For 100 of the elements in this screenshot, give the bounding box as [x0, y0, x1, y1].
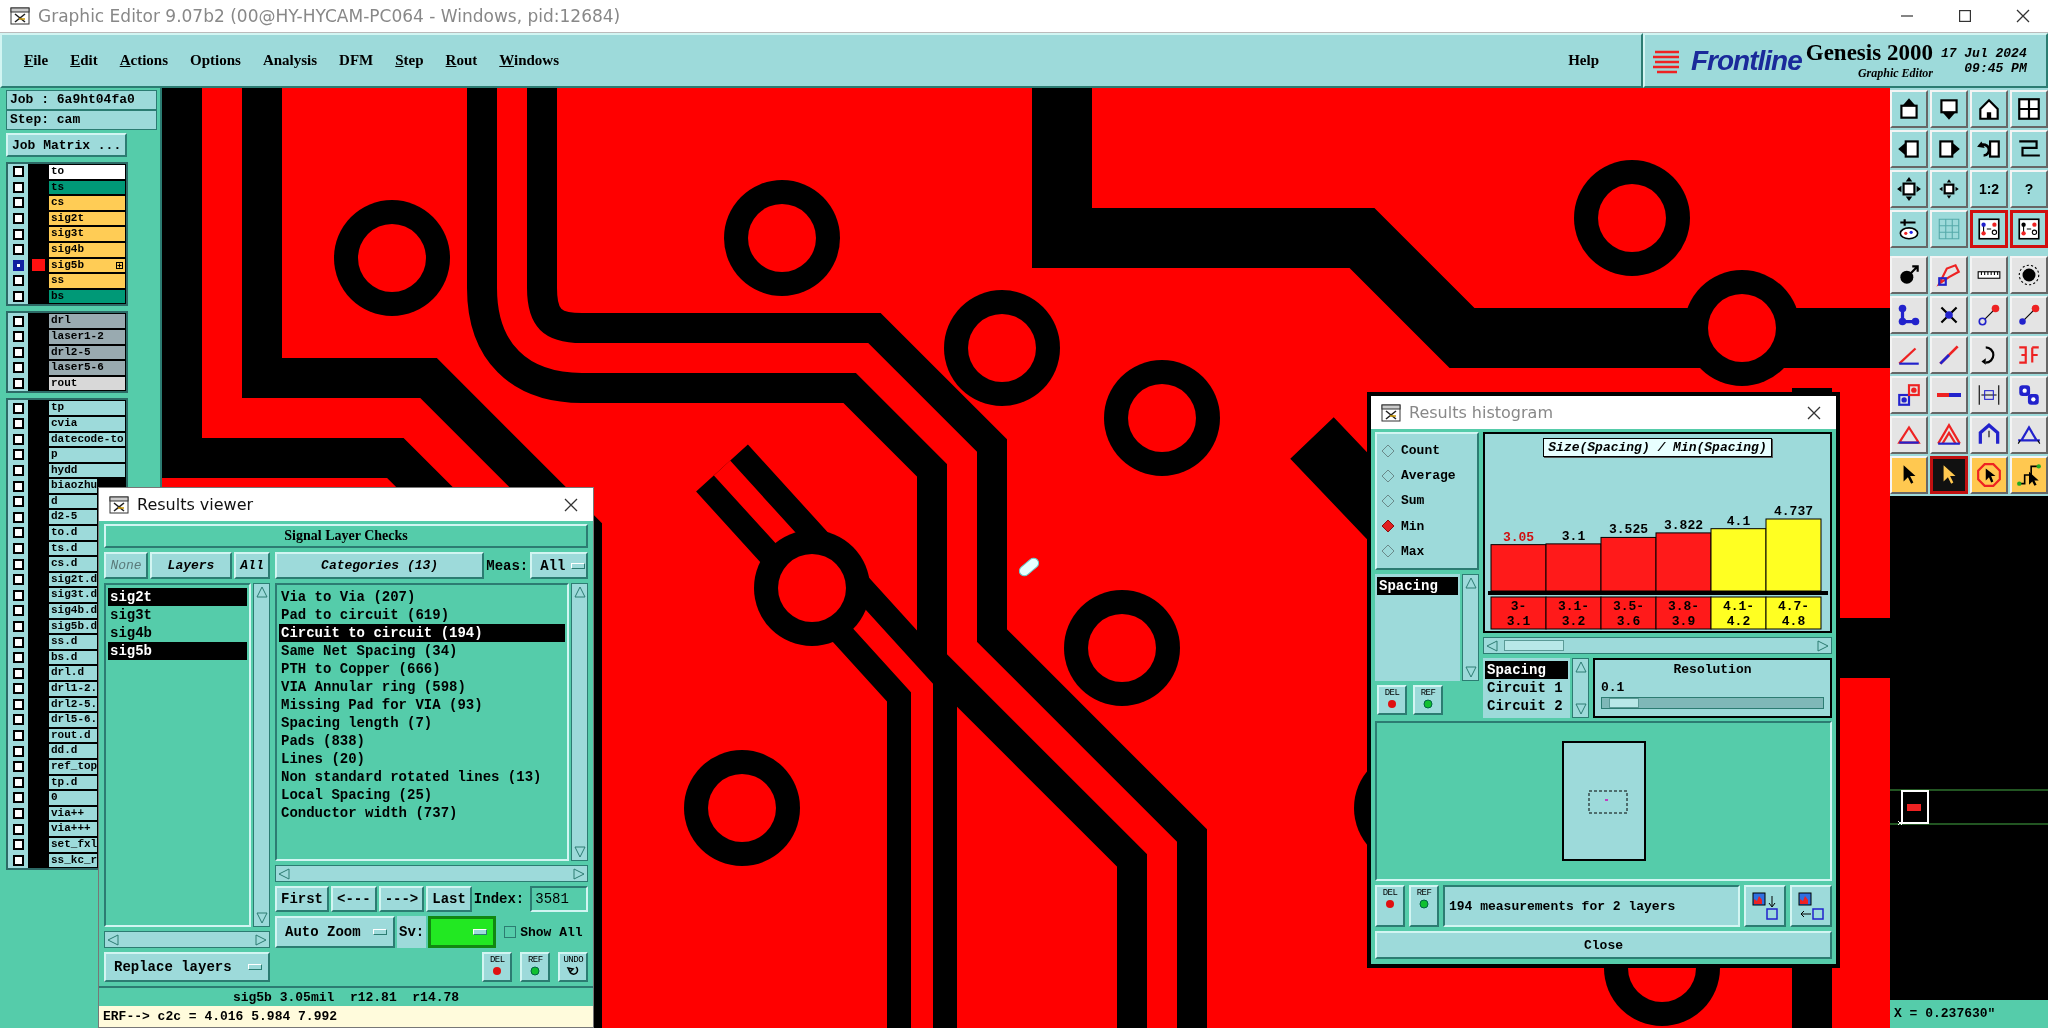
radio-option[interactable]: Count	[1379, 443, 1475, 459]
layer-checkbox[interactable]	[12, 792, 24, 804]
layer-name[interactable]: drl	[48, 313, 126, 329]
delete-button[interactable]: DEL	[482, 952, 513, 982]
nav-button[interactable]: <---	[331, 886, 377, 912]
category-list-item[interactable]: Pads (838)	[279, 732, 566, 750]
layer-checkbox[interactable]	[12, 683, 24, 695]
menu-item[interactable]: File	[24, 52, 49, 69]
layer-checkbox[interactable]	[12, 228, 24, 240]
layer-checkbox[interactable]	[12, 362, 24, 374]
layer-checkbox[interactable]	[12, 213, 24, 225]
vertical-scrollbar[interactable]	[571, 583, 589, 861]
layer-name[interactable]: ss	[48, 273, 126, 289]
layer-checkbox[interactable]	[12, 527, 24, 539]
layer-list-item[interactable]: sig5b	[108, 642, 247, 660]
layer-checkbox[interactable]	[12, 605, 24, 617]
layer-name[interactable]: drl1-2.	[48, 681, 98, 697]
category-list-item[interactable]: Missing Pad for VIA (93)	[279, 696, 566, 714]
checks-header-button[interactable]: Signal Layer Checks	[104, 524, 588, 548]
layer-checkbox[interactable]	[12, 166, 24, 178]
category-list-item[interactable]: Same Net Spacing (34)	[279, 642, 566, 660]
layer-checkbox[interactable]	[12, 589, 24, 601]
toolbar-button[interactable]: ?	[2010, 170, 2048, 208]
undo-button[interactable]: UNDO	[558, 952, 589, 982]
layer-name[interactable]: via+++	[48, 821, 98, 837]
layer-checkbox[interactable]	[12, 197, 24, 209]
layer-list-item[interactable]: sig4b	[108, 624, 247, 642]
layer-checkbox[interactable]	[12, 730, 24, 742]
layer-checkbox[interactable]	[12, 315, 24, 327]
layer-name[interactable]: drl5-6.	[48, 712, 98, 728]
toolbar-button[interactable]	[1970, 210, 2008, 248]
layer-checkbox[interactable]	[12, 839, 24, 851]
category-list-item[interactable]: Via to Via (207)	[279, 588, 566, 606]
delete-button[interactable]: DEL	[1375, 885, 1405, 927]
category-list-item[interactable]: Lines (20)	[279, 750, 566, 768]
layer-name[interactable]: laser5-6	[48, 360, 126, 376]
layer-checkbox[interactable]	[12, 652, 24, 664]
layer-checkbox[interactable]	[12, 378, 24, 389]
toolbar-button[interactable]	[1930, 456, 1968, 494]
delete-button[interactable]: DEL	[1377, 685, 1407, 715]
meas-dropdown[interactable]: All	[530, 552, 589, 579]
layer-checkbox[interactable]	[12, 542, 24, 554]
layer-checkbox[interactable]	[12, 745, 24, 757]
layer-checkbox[interactable]	[12, 331, 24, 343]
chart-view-button[interactable]	[1744, 885, 1786, 927]
layer-checkbox[interactable]	[12, 275, 24, 287]
radio-option[interactable]: Min	[1379, 518, 1475, 534]
layer-list-item[interactable]: sig2t	[108, 588, 247, 606]
vertical-scrollbar[interactable]	[1462, 574, 1479, 681]
field-list-item[interactable]: Circuit 1	[1485, 679, 1568, 697]
refresh-button[interactable]: REF	[1409, 885, 1439, 927]
field-list-item[interactable]: Spacing	[1485, 661, 1568, 679]
nav-button[interactable]: First	[275, 886, 329, 912]
categories-button[interactable]: Categories (13)	[275, 552, 485, 579]
layer-checkbox[interactable]	[12, 244, 24, 256]
layer-name[interactable]: p	[48, 447, 126, 463]
radio-option[interactable]: Average	[1379, 468, 1475, 484]
horizontal-scrollbar[interactable]	[1483, 637, 1832, 654]
category-list-item[interactable]: Non standard rotated lines (13)	[279, 768, 566, 786]
layer-list-item[interactable]: sig3t	[108, 606, 247, 624]
refresh-button[interactable]: REF	[520, 952, 551, 982]
layer-name[interactable]: sig3t	[48, 226, 126, 242]
vertical-scrollbar[interactable]	[1572, 658, 1589, 718]
layer-checkbox[interactable]	[12, 449, 24, 461]
layer-name[interactable]: sig3t.d	[48, 587, 98, 604]
layer-checkbox[interactable]	[12, 418, 24, 430]
chart-view-button[interactable]	[1790, 885, 1832, 927]
layer-checkbox[interactable]	[12, 761, 24, 773]
slider-thumb[interactable]	[1608, 698, 1639, 708]
menu-item[interactable]: Windows	[499, 52, 560, 69]
refresh-button[interactable]: REF	[1413, 685, 1443, 715]
scroll-thumb[interactable]	[1504, 640, 1564, 651]
replace-layers-dropdown[interactable]: Replace layers	[104, 952, 270, 982]
category-list-item[interactable]: Conductor width (737)	[279, 804, 566, 822]
layer-checkbox[interactable]	[12, 480, 24, 492]
category-list-item[interactable]: Local Spacing (25)	[279, 786, 566, 804]
layer-filter-button[interactable]: All	[234, 552, 270, 579]
category-list-item[interactable]: Circuit to circuit (194)	[279, 624, 566, 642]
layer-name[interactable]: ss.d	[48, 634, 98, 650]
index-field[interactable]: 3581	[530, 886, 589, 912]
nav-button[interactable]: Last	[426, 886, 472, 912]
layer-checkbox[interactable]	[12, 402, 24, 414]
menu-item[interactable]: Rout	[445, 52, 478, 69]
horizontal-scrollbar[interactable]	[104, 931, 270, 948]
category-list-item[interactable]: Pad to circuit (619)	[279, 606, 566, 624]
nav-button[interactable]: --->	[378, 886, 425, 912]
layer-name[interactable]: biaozhu	[48, 478, 98, 494]
layer-checkbox[interactable]	[12, 465, 24, 476]
layer-checkbox[interactable]	[12, 259, 24, 271]
menu-item[interactable]: Actions	[119, 52, 169, 69]
layer-checkbox[interactable]	[12, 181, 24, 193]
category-list-item[interactable]: VIA Annular ring (598)	[279, 678, 566, 696]
measure-list-item[interactable]: Spacing	[1377, 577, 1458, 595]
resolution-slider[interactable]	[1601, 697, 1824, 709]
toolbar-button[interactable]: 1:2	[1970, 170, 2008, 208]
layer-checkbox[interactable]	[12, 558, 24, 570]
layer-name[interactable]: cs	[48, 195, 126, 211]
layer-name[interactable]: drl.d	[48, 665, 98, 681]
layer-name[interactable]: cs.d	[48, 556, 98, 572]
layer-checkbox[interactable]	[12, 574, 24, 586]
